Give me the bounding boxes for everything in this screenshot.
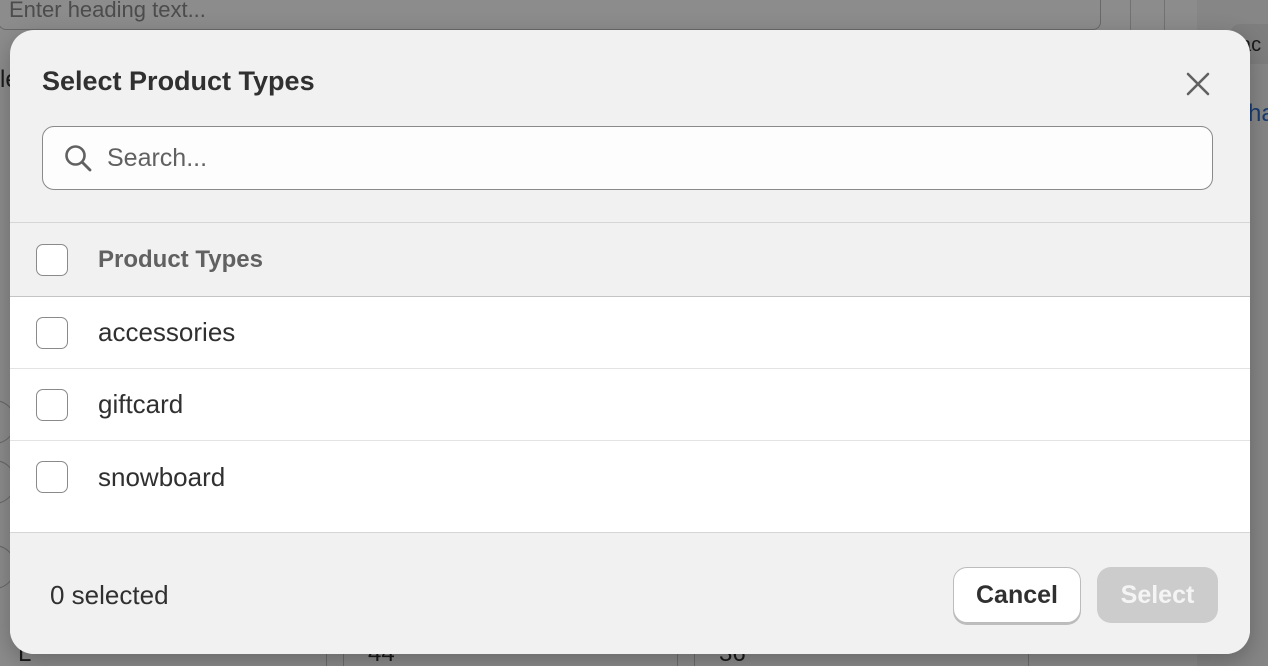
- select-button[interactable]: Select: [1097, 567, 1218, 623]
- search-input[interactable]: [107, 127, 1212, 189]
- row-label: accessories: [98, 317, 236, 347]
- row-checkbox[interactable]: [36, 316, 68, 349]
- table-row-giftcard[interactable]: giftcard: [10, 369, 1250, 441]
- table-row-snowboard[interactable]: snowboard: [10, 441, 1250, 513]
- close-icon: [1186, 72, 1210, 96]
- table-row-accessories[interactable]: accessories: [10, 297, 1250, 369]
- modal-footer: 0 selected Cancel Select: [10, 532, 1250, 654]
- close-button[interactable]: [1180, 66, 1216, 102]
- row-label: snowboard: [98, 461, 226, 492]
- column-header-product-types: Product Types: [98, 245, 263, 273]
- search-icon: [63, 143, 93, 173]
- modal-header: Select Product Types: [10, 30, 1250, 126]
- select-product-types-modal: Select Product Types Product Types acces…: [10, 30, 1250, 654]
- selected-count: 0 selected: [50, 580, 169, 610]
- cancel-button[interactable]: Cancel: [953, 567, 1081, 623]
- row-checkbox[interactable]: [36, 461, 68, 493]
- table-header: Product Types: [10, 222, 1250, 297]
- row-checkbox[interactable]: [36, 388, 68, 421]
- row-label: giftcard: [98, 389, 184, 419]
- modal-title: Select Product Types: [42, 66, 315, 96]
- select-all-checkbox[interactable]: [36, 243, 68, 276]
- product-types-table: Product Types accessories giftcard snowb…: [10, 222, 1250, 533]
- search-field[interactable]: [42, 126, 1213, 190]
- table-body: accessories giftcard snowboard: [10, 297, 1250, 533]
